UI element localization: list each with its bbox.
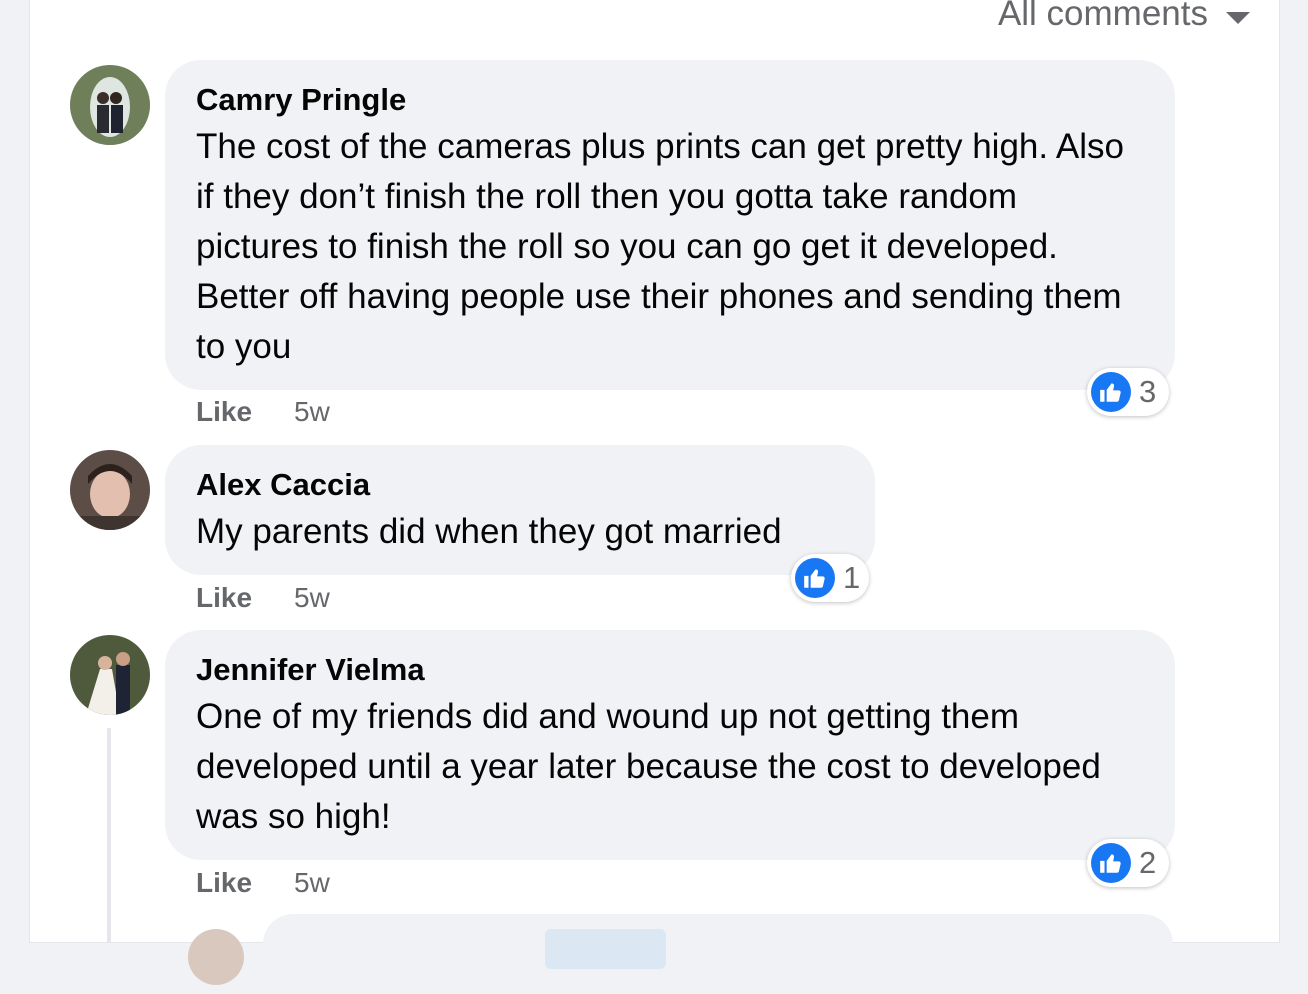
reaction-summary[interactable]: 1	[791, 554, 869, 602]
comment-text: The cost of the cameras plus prints can …	[196, 127, 1124, 366]
thumbs-up-icon	[795, 558, 835, 598]
comment-author[interactable]: Jennifer Vielma	[196, 652, 1145, 688]
avatar[interactable]	[70, 65, 150, 145]
reaction-count: 3	[1139, 374, 1157, 409]
comment-bubble: Alex Caccia My parents did when they got…	[165, 445, 875, 575]
comment-actions: Like 5w	[196, 582, 330, 614]
comment-timestamp[interactable]: 5w	[294, 867, 330, 899]
avatar[interactable]	[70, 635, 150, 715]
like-button[interactable]: Like	[196, 582, 252, 614]
comment-author[interactable]: Camry Pringle	[196, 82, 1145, 118]
comment-bubble: Camry Pringle The cost of the cameras pl…	[165, 60, 1175, 390]
thumbs-up-icon	[1091, 843, 1131, 883]
reaction-summary[interactable]: 2	[1087, 839, 1169, 887]
avatar[interactable]	[70, 450, 150, 530]
caret-down-icon	[1226, 12, 1250, 24]
comment-actions: Like 5w	[196, 867, 330, 899]
reply-bubble	[263, 914, 1173, 994]
like-button[interactable]: Like	[196, 867, 252, 899]
comment-text: My parents did when they got married	[196, 512, 782, 551]
like-button[interactable]: Like	[196, 396, 252, 428]
avatar[interactable]	[188, 929, 244, 985]
reaction-count: 2	[1139, 845, 1157, 880]
comment-timestamp[interactable]: 5w	[294, 396, 330, 428]
comment-timestamp[interactable]: 5w	[294, 582, 330, 614]
reply-thread-line	[107, 728, 111, 942]
filter-label: All comments	[997, 0, 1208, 33]
author-badge	[545, 929, 666, 969]
thumbs-up-icon	[1091, 372, 1131, 412]
comment-bubble: Jennifer Vielma One of my friends did an…	[165, 630, 1175, 860]
comment-text: One of my friends did and wound up not g…	[196, 697, 1101, 836]
reaction-count: 1	[843, 560, 861, 595]
comment-filter-dropdown[interactable]: All comments	[998, 0, 1250, 34]
comment-author[interactable]: Alex Caccia	[196, 467, 845, 503]
comment-actions: Like 5w	[196, 396, 330, 428]
reaction-summary[interactable]: 3	[1087, 368, 1169, 416]
